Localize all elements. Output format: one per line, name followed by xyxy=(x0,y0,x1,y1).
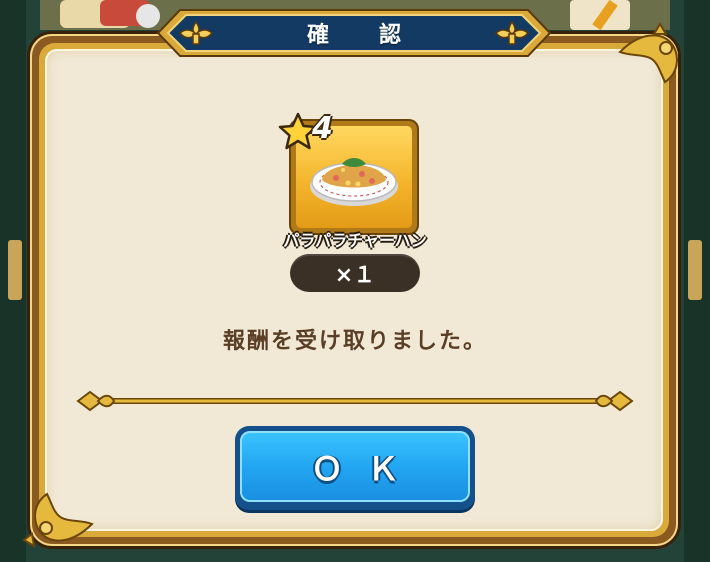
ok-button[interactable]: ＯＫ xyxy=(235,426,475,510)
ok-button-label: ＯＫ xyxy=(310,449,423,488)
reward-message: 報酬を受け取りました。 xyxy=(222,329,487,354)
item-name: パラパラチャーハン xyxy=(283,231,427,250)
rarity-level: 4 xyxy=(312,111,333,146)
fleur-de-lis-icon xyxy=(594,390,634,412)
dialog-title: 確 認 xyxy=(306,23,415,48)
ok-button-face[interactable]: ＯＫ xyxy=(240,431,470,502)
corner-ornament-icon xyxy=(22,492,94,548)
ornamental-divider xyxy=(76,390,634,412)
corner-ornament-icon xyxy=(618,22,678,84)
title-banner: 確 認 xyxy=(154,6,554,60)
fleur-de-lis-icon xyxy=(76,390,116,412)
quantity-badge: ×１ xyxy=(290,254,420,292)
